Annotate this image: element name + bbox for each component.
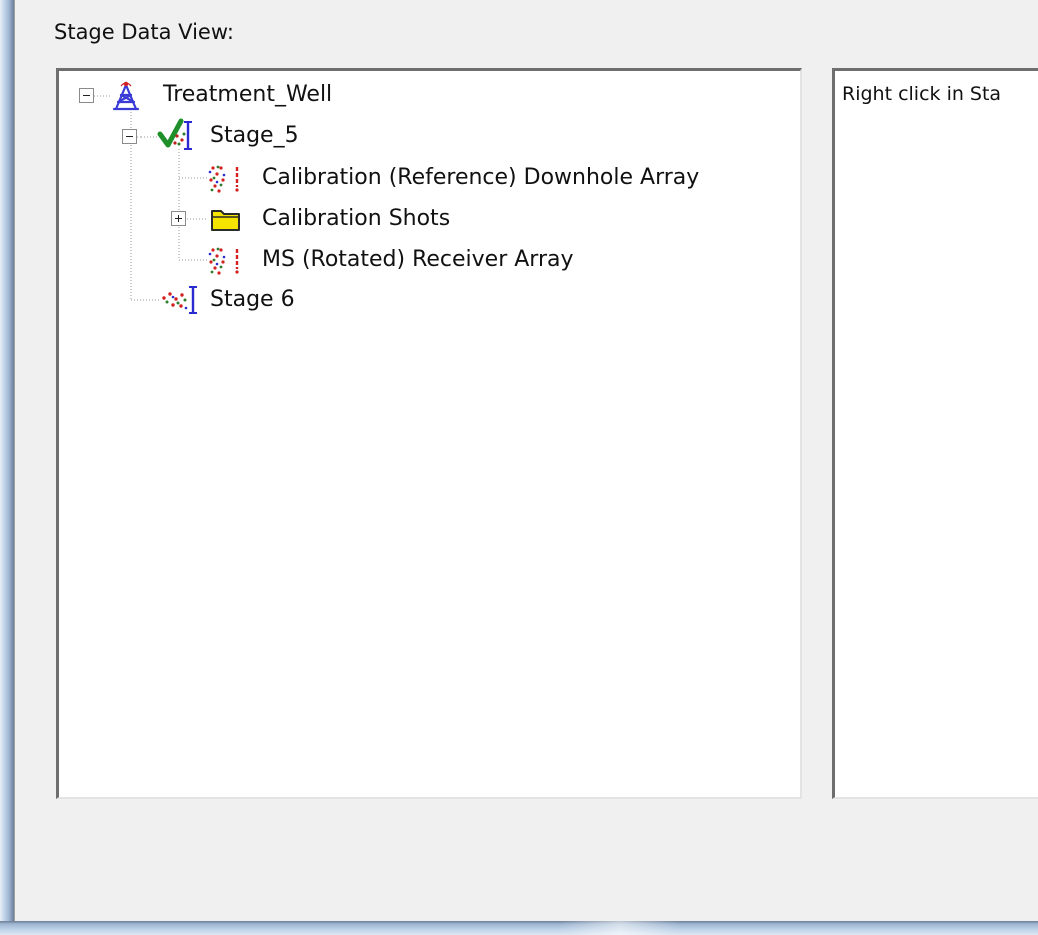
stage-icon (162, 286, 197, 314)
tree-node-treatment-well[interactable]: Treatment_Well (163, 82, 332, 108)
window-frame-left (0, 0, 14, 935)
window-frame-highlight (560, 921, 680, 935)
expand-calibration-shots[interactable] (171, 211, 186, 226)
stage-checked-icon (157, 118, 192, 150)
collapse-stage-5[interactable] (122, 129, 137, 144)
tree-node-calibration-reference-array[interactable]: Calibration (Reference) Downhole Array (262, 165, 699, 191)
receiver-array-icon (208, 247, 239, 275)
stage-info-panel[interactable]: Right click in Sta (832, 68, 1038, 799)
tree-node-ms-rotated-receiver-array[interactable]: MS (Rotated) Receiver Array (262, 247, 574, 273)
stage-data-tree[interactable]: Treatment_Well Stage_5 Calibration (Refe… (56, 68, 802, 799)
collapse-treatment-well[interactable] (79, 88, 94, 103)
stage-data-view-label: Stage Data View: (54, 20, 234, 44)
tree-node-stage-5[interactable]: Stage_5 (210, 123, 299, 149)
info-panel-hint: Right click in Sta (842, 83, 1002, 105)
tree-node-calibration-shots[interactable]: Calibration Shots (262, 206, 450, 232)
receiver-array-icon (208, 165, 239, 193)
window-frame-bottom (0, 921, 1038, 935)
tree-node-stage-6[interactable]: Stage 6 (210, 287, 295, 313)
folder-icon (211, 210, 240, 231)
well-tower-icon (112, 81, 140, 111)
stage-data-window: Stage Data View: Treatment_Well Stage_5 … (0, 0, 1038, 935)
